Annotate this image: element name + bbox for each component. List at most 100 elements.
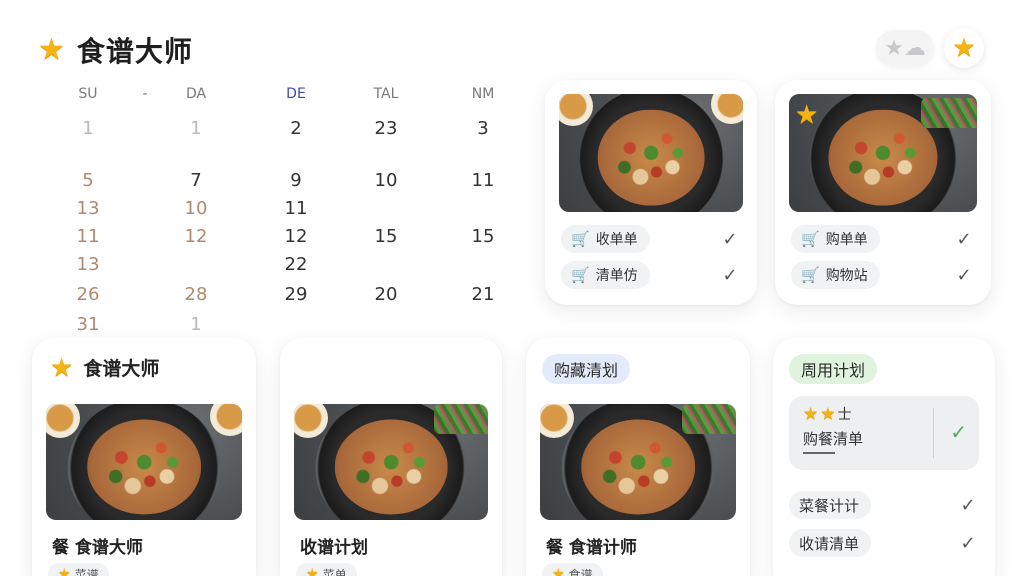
app-window: ★ 食谱大师 ★☁ ★ SU 1 5 13 11 13 26 31- DA 1 7 10 12 28 1 DE… bbox=[0, 0, 1024, 576]
favorites-toggle-button[interactable]: ★☁ bbox=[876, 30, 934, 66]
check-icon[interactable]: ✓ bbox=[719, 265, 741, 286]
list-item[interactable]: 🛒 清单仿 ✓ bbox=[561, 260, 741, 290]
header: ★ 食谱大师 bbox=[38, 30, 193, 70]
cart-icon: 🛒 bbox=[801, 230, 820, 248]
calendar-day[interactable]: 20 bbox=[356, 284, 416, 305]
calendar-day[interactable]: 15 bbox=[453, 226, 513, 247]
check-icon[interactable]: ✓ bbox=[950, 420, 967, 444]
check-icon[interactable]: ✓ bbox=[957, 495, 979, 516]
rating-suffix: 士 bbox=[837, 407, 852, 423]
tag-pill[interactable]: ★ 菜谱 bbox=[48, 563, 109, 576]
check-icon[interactable]: ✓ bbox=[957, 533, 979, 554]
calendar: SU 1 5 13 11 13 26 31- DA 1 7 10 12 28 1 DE 2 9 11 12 22 29 TA… bbox=[40, 86, 530, 336]
calendar-day[interactable]: 11 bbox=[453, 170, 513, 191]
food-image bbox=[294, 404, 488, 520]
divider bbox=[803, 452, 835, 454]
calendar-day[interactable]: 31 bbox=[58, 314, 118, 335]
card-caption: 收谱计划 bbox=[300, 538, 368, 558]
recipe-card-shopping-1[interactable]: 🛒 收单单 ✓ 🛒 清单仿 ✓ bbox=[545, 80, 757, 305]
calendar-day[interactable]: 11 bbox=[58, 226, 118, 247]
cart-icon: 🛒 bbox=[571, 230, 590, 248]
star-icon: ★ bbox=[58, 566, 71, 576]
calendar-weekday-header: DA bbox=[185, 86, 207, 102]
calendar-day[interactable]: 9 bbox=[266, 170, 326, 191]
recipe-card-collection[interactable]: 购藏清划 餐 食谱计师 ★ 食谱 bbox=[526, 338, 750, 576]
calendar-day[interactable]: 28 bbox=[166, 284, 226, 305]
recipe-card-shopping-2[interactable]: ★ 🛒 购单单 ✓ 🛒 购物站 ✓ bbox=[775, 80, 991, 305]
rating: ★ ★ 士 bbox=[803, 404, 852, 424]
tag-pill[interactable]: ★ 食谱 bbox=[542, 563, 603, 576]
calendar-weekday-header: NM bbox=[471, 86, 495, 102]
calendar-day[interactable]: 22 bbox=[266, 254, 326, 275]
list-item[interactable]: 收请清单 ✓ bbox=[789, 528, 979, 558]
card-caption: 餐 食谱大师 bbox=[52, 538, 143, 558]
plan-item-label: 购餐清单 bbox=[803, 430, 864, 448]
check-icon[interactable]: ✓ bbox=[953, 265, 975, 286]
calendar-day[interactable]: 13 bbox=[58, 198, 118, 219]
favorite-button[interactable]: ★ bbox=[944, 28, 984, 68]
star-icon: ★ bbox=[803, 403, 819, 424]
list-item-label: 收请清单 bbox=[789, 529, 872, 557]
calendar-day[interactable]: 1 bbox=[166, 314, 226, 335]
tag-label: 食谱 bbox=[568, 567, 593, 576]
app-title: 食谱大师 bbox=[76, 35, 193, 68]
weekly-plan-tag[interactable]: 周用计划 bbox=[789, 354, 878, 384]
calendar-day[interactable]: 1 bbox=[58, 118, 118, 139]
calendar-column: DA 1 7 10 12 28 1 bbox=[166, 86, 226, 335]
calendar-day[interactable]: 15 bbox=[356, 226, 416, 247]
card-title-text: 食谱大师 bbox=[83, 358, 160, 380]
calendar-day[interactable]: 12 bbox=[266, 226, 326, 247]
list-item[interactable]: 菜餐计计 ✓ bbox=[789, 490, 979, 520]
calendar-day[interactable]: 7 bbox=[166, 170, 226, 191]
calendar-day[interactable]: 23 bbox=[356, 118, 416, 139]
calendar-day[interactable]: 21 bbox=[453, 284, 513, 305]
list-item[interactable]: 🛒 收单单 ✓ bbox=[561, 224, 741, 254]
calendar-column: TAL 23 10 15 20 bbox=[356, 86, 416, 305]
star-icon: ★ bbox=[820, 403, 836, 424]
calendar-weekday-header: SU bbox=[78, 86, 98, 102]
calendar-day[interactable]: 10 bbox=[356, 170, 416, 191]
calendar-day[interactable]: 2 bbox=[266, 118, 326, 139]
cart-icon: 🛒 bbox=[571, 266, 590, 284]
calendar-day[interactable]: 26 bbox=[58, 284, 118, 305]
calendar-day[interactable]: 29 bbox=[266, 284, 326, 305]
tag-label: 菜单 bbox=[322, 567, 347, 576]
calendar-day[interactable]: 1 bbox=[166, 118, 226, 139]
list-item-label: 清单仿 bbox=[595, 268, 638, 284]
plan-item-selected[interactable]: ★ ★ 士 购餐清单 ✓ bbox=[789, 396, 979, 470]
calendar-day[interactable]: 13 bbox=[58, 254, 118, 275]
calendar-day[interactable]: 10 bbox=[166, 198, 226, 219]
star-icon: ★ bbox=[50, 352, 74, 383]
star-icon: ★ bbox=[38, 32, 65, 67]
calendar-column: NM 3 11 15 21 bbox=[453, 86, 513, 305]
recipe-card-master[interactable]: ★ 食谱大师 餐 食谱大师 ★ 菜谱 bbox=[32, 338, 256, 576]
list-item[interactable]: 🛒 购物站 ✓ bbox=[791, 260, 975, 290]
list-item-label: 菜餐计计 bbox=[789, 491, 872, 519]
list-item[interactable]: 🛒 购单单 ✓ bbox=[791, 224, 975, 254]
calendar-day[interactable]: 11 bbox=[266, 198, 326, 219]
calendar-day[interactable]: 12 bbox=[166, 226, 226, 247]
divider bbox=[933, 408, 934, 458]
weekly-plan-card[interactable]: 周用计划 ★ ★ 士 购餐清单 ✓ 菜餐计计 ✓ 收请清单 ✓ bbox=[773, 338, 995, 576]
calendar-day[interactable]: 5 bbox=[58, 170, 118, 191]
star-icon: ★ bbox=[795, 100, 819, 130]
tag-pill[interactable]: ★ 菜单 bbox=[296, 563, 357, 576]
check-icon[interactable]: ✓ bbox=[719, 229, 741, 250]
calendar-day[interactable]: 3 bbox=[453, 118, 513, 139]
list-item-label: 收单单 bbox=[595, 232, 638, 248]
star-cloud-icon: ★☁ bbox=[884, 35, 926, 61]
food-image: ★ bbox=[789, 94, 977, 212]
card-caption: 餐 食谱计师 bbox=[546, 538, 637, 558]
star-icon: ★ bbox=[952, 33, 976, 63]
tag-label: 菜谱 bbox=[74, 567, 99, 576]
calendar-weekday-header: TAL bbox=[373, 86, 399, 102]
check-icon[interactable]: ✓ bbox=[953, 229, 975, 250]
cart-icon: 🛒 bbox=[801, 266, 820, 284]
calendar-column: DE 2 9 11 12 22 29 bbox=[266, 86, 326, 305]
header-actions: ★☁ ★ bbox=[876, 28, 984, 68]
recipe-card-plan[interactable]: 收谱计划 ★ 菜单 bbox=[280, 338, 502, 576]
star-icon: ★ bbox=[306, 566, 319, 576]
calendar-weekday-header: DE bbox=[286, 86, 306, 102]
collection-tag[interactable]: 购藏清划 bbox=[542, 354, 631, 384]
food-image bbox=[540, 404, 736, 520]
